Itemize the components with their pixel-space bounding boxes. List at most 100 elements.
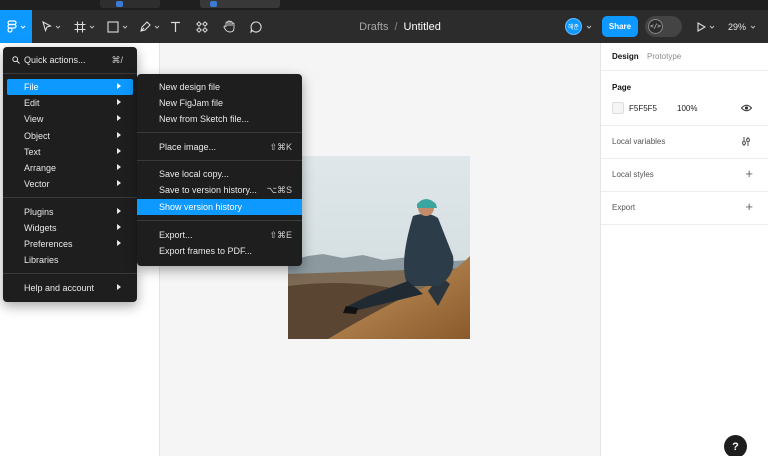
figma-menu-icon <box>6 20 17 33</box>
move-tool-button[interactable] <box>38 10 64 43</box>
chevron-down-icon <box>154 25 159 29</box>
submenu-item-show-version-history[interactable]: Show version history <box>137 199 302 215</box>
comment-tool-button[interactable] <box>247 10 265 43</box>
add-style-plus-icon[interactable]: + <box>745 167 753 180</box>
file-title[interactable]: Untitled <box>404 21 441 33</box>
menu-item-label: Quick actions... <box>24 55 86 65</box>
pen-tool-icon <box>139 20 151 32</box>
submenu-item-label: Save to version history... <box>159 185 257 195</box>
menu-item-label: Help and account <box>24 283 95 293</box>
text-tool-icon <box>170 21 180 32</box>
share-button[interactable]: Share <box>602 16 638 37</box>
breadcrumb-separator: / <box>394 20 398 33</box>
submenu-item-label: New from Sketch file... <box>159 114 250 124</box>
menu-item-libraries[interactable]: Libraries <box>7 252 133 268</box>
submenu-item-export[interactable]: Export... ⇧⌘E <box>137 227 302 243</box>
panel-divider <box>601 224 768 225</box>
chevron-down-icon[interactable] <box>586 24 592 30</box>
text-tool-button[interactable] <box>166 10 184 43</box>
menu-item-widgets[interactable]: Widgets <box>7 220 133 236</box>
hand-tool-icon <box>223 20 235 33</box>
menu-item-edit[interactable]: Edit <box>7 95 133 111</box>
submenu-arrow-icon <box>117 208 121 214</box>
local-variables-label[interactable]: Local variables <box>612 137 665 146</box>
main-menu-button[interactable] <box>0 10 32 43</box>
menu-item-label: Preferences <box>24 239 73 249</box>
submenu-item-new-from-sketch[interactable]: New from Sketch file... <box>137 111 302 127</box>
menu-item-label: Text <box>24 147 41 157</box>
move-tool-icon <box>41 21 52 32</box>
canvas-image-desert-hiker[interactable] <box>288 156 470 339</box>
menu-item-text[interactable]: Text <box>7 144 133 160</box>
chevron-down-icon <box>20 25 25 29</box>
menu-item-label: File <box>24 82 39 92</box>
menu-item-arrange[interactable]: Arrange <box>7 160 133 176</box>
submenu-item-save-local-copy[interactable]: Save local copy... <box>137 166 302 182</box>
menu-item-label: Object <box>24 131 51 141</box>
menu-item-file[interactable]: File <box>7 79 133 95</box>
submenu-item-shortcut: ⇧⌘K <box>269 142 292 152</box>
variables-icon[interactable] <box>741 136 751 147</box>
help-button[interactable]: ? <box>724 435 747 456</box>
submenu-item-new-design-file[interactable]: New design file <box>137 79 302 95</box>
frame-tool-icon <box>74 21 85 32</box>
panel-divider <box>601 125 768 126</box>
page-color-swatch[interactable] <box>612 102 624 114</box>
export-label[interactable]: Export <box>612 203 635 212</box>
resources-button[interactable] <box>193 10 211 43</box>
submenu-item-new-figjam-file[interactable]: New FigJam file <box>137 95 302 111</box>
file-submenu: New design file New FigJam file New from… <box>137 74 302 266</box>
submenu-item-save-to-version-history[interactable]: Save to version history... ⌥⌘S <box>137 182 302 198</box>
submenu-item-export-frames-to-pdf[interactable]: Export frames to PDF... <box>137 243 302 259</box>
submenu-item-place-image[interactable]: Place image... ⇧⌘K <box>137 139 302 155</box>
menu-item-label: View <box>24 114 44 124</box>
menu-divider <box>3 197 137 198</box>
tab-design[interactable]: Design <box>612 52 639 61</box>
components-icon <box>196 20 208 33</box>
panel-divider <box>601 70 768 71</box>
local-styles-label[interactable]: Local styles <box>612 170 654 179</box>
submenu-arrow-icon <box>117 115 121 121</box>
menu-item-label: Edit <box>24 98 40 108</box>
add-export-plus-icon[interactable]: + <box>745 200 753 213</box>
chevron-down-icon <box>122 25 127 29</box>
browser-tab-active[interactable] <box>200 0 280 8</box>
pen-tool-button[interactable] <box>136 10 162 43</box>
dev-mode-icon: </> <box>648 19 663 34</box>
submenu-arrow-icon <box>117 284 121 290</box>
search-icon <box>12 56 20 64</box>
frame-tool-button[interactable] <box>71 10 97 43</box>
submenu-arrow-icon <box>117 180 121 186</box>
menu-item-help-and-account[interactable]: Help and account <box>7 280 133 296</box>
submenu-arrow-icon <box>117 99 121 105</box>
breadcrumb-drafts[interactable]: Drafts <box>359 21 388 33</box>
menu-item-quick-actions[interactable]: Quick actions... ⌘/ <box>7 51 133 69</box>
menu-item-vector[interactable]: Vector <box>7 176 133 192</box>
submenu-item-label: New FigJam file <box>159 98 224 108</box>
menu-item-label: Plugins <box>24 207 54 217</box>
menu-item-preferences[interactable]: Preferences <box>7 236 133 252</box>
hand-tool-button[interactable] <box>220 10 238 43</box>
user-avatar[interactable]: 해준 <box>565 18 582 35</box>
menu-divider <box>3 73 137 74</box>
menu-item-view[interactable]: View <box>7 111 133 127</box>
menu-item-label: Arrange <box>24 163 57 173</box>
chevron-down-icon <box>55 25 60 29</box>
shape-tool-button[interactable] <box>104 10 130 43</box>
submenu-arrow-icon <box>117 83 121 89</box>
play-icon <box>697 21 706 32</box>
browser-tab[interactable] <box>100 0 160 8</box>
page-opacity-value[interactable]: 100% <box>677 104 697 113</box>
menu-item-label: Libraries <box>24 255 59 265</box>
menu-item-object[interactable]: Object <box>7 128 133 144</box>
hiker-photo <box>288 156 470 339</box>
main-menu-dropdown: Quick actions... ⌘/ File Edit View Objec… <box>3 47 137 302</box>
present-button[interactable] <box>694 10 718 43</box>
zoom-level[interactable]: 29% <box>728 10 756 43</box>
page-color-value[interactable]: F5F5F5 <box>629 104 657 113</box>
eye-icon[interactable] <box>741 104 752 112</box>
submenu-item-label: Place image... <box>159 142 217 152</box>
tab-prototype[interactable]: Prototype <box>647 52 681 61</box>
panel-divider <box>601 158 768 159</box>
menu-item-plugins[interactable]: Plugins <box>7 204 133 220</box>
